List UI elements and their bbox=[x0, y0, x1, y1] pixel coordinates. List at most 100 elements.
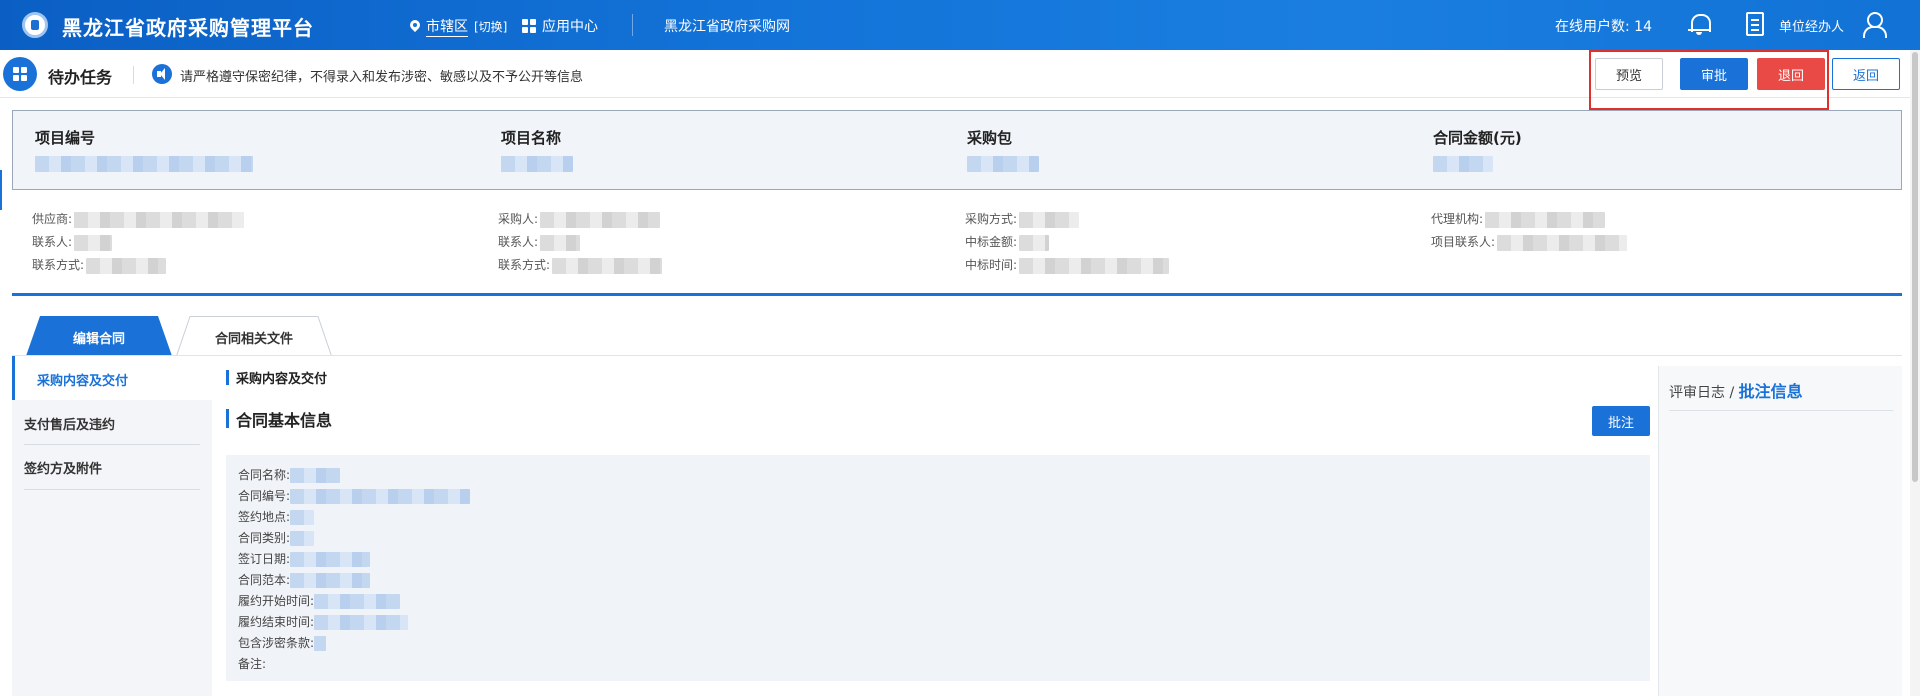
tab-related-files[interactable]: 合同相关文件 bbox=[176, 316, 332, 356]
redacted-value bbox=[967, 156, 1039, 172]
project-name-label: 项目名称 bbox=[501, 129, 562, 147]
redacted-value bbox=[1019, 234, 1050, 251]
subnav-item-signatories[interactable]: 签约方及附件 bbox=[12, 444, 212, 488]
detail-label: 中标时间: bbox=[965, 258, 1018, 272]
contract-amount-label: 合同金额(元) bbox=[1433, 129, 1522, 147]
section-divider bbox=[12, 293, 1902, 296]
user-role-label[interactable]: 单位经办人 bbox=[1779, 16, 1844, 35]
detail-label: 项目联系人: bbox=[1431, 235, 1496, 249]
subnav-divider bbox=[24, 489, 200, 490]
user-icon[interactable] bbox=[1862, 12, 1887, 38]
redacted-value bbox=[1433, 156, 1493, 172]
confidentiality-notice: 请严格遵守保密纪律，不得录入和发布涉密、敏感以及不予公开等信息 bbox=[180, 70, 584, 85]
left-edge-marker bbox=[0, 170, 2, 210]
section-title: 采购内容及交付 bbox=[226, 368, 327, 387]
redacted-value bbox=[290, 510, 315, 525]
field-label: 合同名称: bbox=[238, 468, 291, 482]
redacted-value bbox=[314, 615, 409, 630]
tab-label: 合同相关文件 bbox=[214, 332, 293, 347]
back-button[interactable]: 返回 bbox=[1832, 58, 1900, 90]
page-title: 待办任务 bbox=[48, 68, 113, 87]
document-icon[interactable] bbox=[1746, 12, 1764, 36]
redacted-value bbox=[314, 636, 327, 651]
contract-amount-field: 合同金额(元) bbox=[1433, 127, 1522, 172]
redacted-value bbox=[540, 234, 581, 251]
redacted-value bbox=[290, 552, 371, 567]
procurement-site-link[interactable]: 黑龙江省政府采购网 bbox=[664, 16, 790, 36]
online-users-count: 在线用户数: 14 bbox=[1555, 19, 1652, 35]
return-button[interactable]: 退回 bbox=[1757, 58, 1825, 90]
top-header: 黑龙江省政府采购管理平台 市辖区 [切换] 应用中心 黑龙江省政府采购网 在线用… bbox=[0, 0, 1920, 50]
project-no-field: 项目编号 bbox=[35, 127, 253, 172]
field-label: 包含涉密条款: bbox=[238, 636, 315, 650]
subnav-item-delivery[interactable]: 采购内容及交付 bbox=[12, 356, 212, 400]
emblem-logo-icon bbox=[22, 12, 48, 38]
tab-baseline bbox=[12, 355, 1902, 356]
tab-label: 编辑合同 bbox=[72, 332, 125, 347]
redacted-value bbox=[74, 211, 245, 228]
bell-icon[interactable] bbox=[1688, 12, 1711, 36]
page-scrollbar[interactable] bbox=[1910, 50, 1920, 696]
project-summary: 项目编号 项目名称 采购包 合同金额(元) bbox=[12, 110, 1902, 190]
procurement-details: 采购方式: 中标金额: 中标时间: bbox=[965, 208, 1170, 277]
detail-label: 采购人: bbox=[498, 212, 539, 226]
redacted-value bbox=[1019, 211, 1080, 228]
scrollbar-thumb[interactable] bbox=[1912, 52, 1918, 482]
approve-button[interactable]: 审批 bbox=[1680, 58, 1748, 90]
region-selector[interactable]: 市辖区 [切换] bbox=[410, 16, 507, 37]
field-label: 签约地点: bbox=[238, 510, 291, 524]
platform-title: 黑龙江省政府采购管理平台 bbox=[62, 16, 314, 40]
field-label: 履约结束时间: bbox=[238, 615, 315, 629]
app-center-label: 应用中心 bbox=[542, 19, 598, 35]
project-name-field: 项目名称 bbox=[501, 127, 573, 172]
supplier-details: 供应商: 联系人: 联系方式: bbox=[32, 208, 245, 277]
redacted-value bbox=[540, 211, 661, 228]
header-divider bbox=[632, 14, 633, 36]
field-label: 合同类别: bbox=[238, 531, 291, 545]
purchaser-details: 采购人: 联系人: 联系方式: bbox=[498, 208, 663, 277]
field-label: 合同编号: bbox=[238, 489, 291, 503]
contract-basic-info: 合同名称: 合同编号: 签约地点: 合同类别: 签订日期: 合同范本: 履约开始… bbox=[226, 455, 1650, 681]
redacted-value bbox=[1497, 234, 1628, 251]
redacted-value bbox=[35, 156, 253, 172]
field-label: 签订日期: bbox=[238, 552, 291, 566]
annotation-info-link[interactable]: 批注信息 bbox=[1739, 382, 1803, 401]
redacted-value bbox=[1485, 211, 1606, 228]
annotate-button[interactable]: 批注 bbox=[1592, 406, 1650, 436]
redacted-value bbox=[290, 531, 315, 546]
taskbar-divider bbox=[133, 66, 134, 84]
speaker-icon bbox=[152, 64, 172, 84]
basic-info-title: 合同基本信息 bbox=[226, 407, 332, 431]
detail-label: 中标金额: bbox=[965, 235, 1018, 249]
package-field: 采购包 bbox=[967, 127, 1039, 172]
redacted-value bbox=[314, 594, 401, 609]
location-pin-icon bbox=[410, 20, 420, 34]
app-center-link[interactable]: 应用中心 bbox=[522, 16, 598, 36]
detail-label: 联系方式: bbox=[498, 258, 551, 272]
app-grid-icon bbox=[522, 19, 536, 33]
detail-label: 联系方式: bbox=[32, 258, 85, 272]
project-no-label: 项目编号 bbox=[35, 129, 96, 147]
redacted-value bbox=[501, 156, 573, 172]
redacted-value bbox=[552, 257, 663, 274]
redacted-value bbox=[290, 489, 471, 504]
panel-divider bbox=[1669, 410, 1893, 411]
redacted-value bbox=[290, 573, 371, 588]
redacted-value bbox=[86, 257, 167, 274]
region-name[interactable]: 市辖区 bbox=[426, 16, 468, 37]
redacted-value bbox=[1019, 257, 1170, 274]
redacted-value bbox=[290, 468, 341, 483]
field-label: 备注: bbox=[238, 657, 267, 671]
tab-edit-contract[interactable]: 编辑合同 bbox=[26, 316, 172, 356]
field-label: 履约开始时间: bbox=[238, 594, 315, 608]
subnav-item-payment[interactable]: 支付售后及违约 bbox=[12, 400, 212, 444]
region-switch-link[interactable]: [切换] bbox=[474, 18, 507, 35]
detail-label: 代理机构: bbox=[1431, 212, 1484, 226]
detail-label: 采购方式: bbox=[965, 212, 1018, 226]
review-log-link[interactable]: 评审日志 bbox=[1669, 385, 1725, 401]
preview-button[interactable]: 预览 bbox=[1595, 58, 1663, 90]
contract-fields: 合同名称: 合同编号: 签约地点: 合同类别: 签订日期: 合同范本: 履约开始… bbox=[238, 465, 471, 675]
field-label: 合同范本: bbox=[238, 573, 291, 587]
detail-label: 联系人: bbox=[498, 235, 539, 249]
redacted-value bbox=[74, 234, 113, 251]
